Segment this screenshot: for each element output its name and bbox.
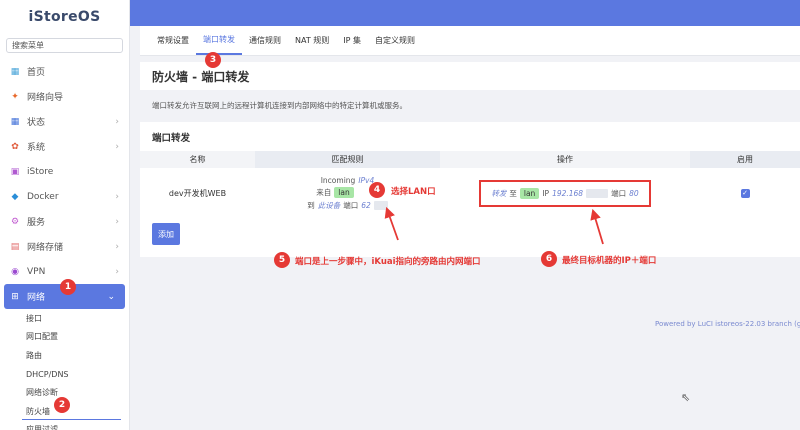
chevron-right-icon: › [115,241,119,252]
menu-label: VPN [27,266,46,277]
main-menu: ▦ 首页 ✦ 网络向导 ▦ 状态 › ✿ 系统 › ▣ iStore ◆ Docker › ⚙ 服务… [0,59,129,309]
forward-label: 转发 [491,188,507,198]
submenu-interfaces[interactable]: 接口 [0,309,129,328]
menu-item-wizard[interactable]: ✦ 网络向导 [0,84,129,109]
menu-label: 网络存储 [27,243,64,253]
note-4: 选择LAN口 [391,187,436,197]
col-match: 匹配规则 [255,151,440,168]
menu-label: 系统 [27,143,46,153]
section-title: 端口转发 [152,133,191,144]
network-icon: ⊞ [11,291,19,302]
tab-traffic-rules[interactable]: 通信规则 [242,25,288,55]
tab-nat-rules[interactable]: NAT 规则 [288,25,336,55]
menu-label: 状态 [27,118,46,128]
dest-port-value: 80 [629,188,639,198]
dest-port-label: 端口 [611,188,627,198]
table-row[interactable]: dev开发机WEB Incoming IPv4 来自 lan 到此设备 端口 62 转发… [140,168,800,218]
chevron-right-icon: › [115,116,119,127]
vpn-icon: ◉ [11,266,19,277]
action-highlight: 转发 至 lan IP 192.168 端口 80 [479,179,651,207]
badge-6: 6 [541,251,557,267]
redacted [373,200,388,210]
menu-item-service[interactable]: ⚙ 服务 › [0,209,129,234]
zone-tag: lan [334,186,354,198]
redacted [586,188,609,198]
rule-name: dev开发机WEB [168,188,227,198]
badge-1: 1 [60,279,76,295]
storage-icon: ▤ [10,241,20,252]
to-word: 至 [509,188,517,198]
chevron-right-icon: › [115,216,119,227]
menu-label: 首页 [27,68,46,78]
note-6: 最终目标机器的IP＋端口 [562,256,657,266]
menu-label: iStore [27,166,54,177]
docker-icon: ◆ [11,191,19,202]
enabled-checkbox[interactable]: ✓ [740,188,750,198]
menu-label: 服务 [27,218,46,228]
store-icon: ▣ [10,166,20,177]
badge-2: 2 [54,397,70,413]
service-icon: ⚙ [10,216,20,227]
wizard-icon: ✦ [11,91,19,102]
port-label: 端口 [343,200,359,210]
rule-enabled: ✓ [690,168,800,218]
menu-label: 网络 [27,293,46,303]
incoming-label: Incoming [320,175,356,185]
badge-3: 3 [205,52,221,68]
status-icon: ▦ [10,116,20,127]
badge-4: 4 [369,182,385,198]
ip-value: 192.168 [552,188,584,198]
add-button[interactable]: 添加 [152,223,180,245]
tab-ip-sets[interactable]: IP 集 [336,25,368,55]
search-input[interactable]: 搜索菜单 [6,38,123,53]
page-title: 防火墙 - 端口转发 [152,69,250,84]
table-header: 名称 匹配规则 操作 启用 [140,151,800,168]
badge-5: 5 [274,252,290,268]
chevron-right-icon: › [115,141,119,152]
menu-label: Docker [27,191,59,202]
logo[interactable]: iStoreOS [0,0,129,34]
submenu-dhcp-dns[interactable]: DHCP/DNS [0,365,129,384]
port-value: 62 [361,200,371,210]
page-description: 端口转发允许互联网上的远程计算机连接到内部网络中的特定计算机或服务。 [152,101,407,110]
cursor-icon: ⇖ [681,391,691,404]
chevron-right-icon: › [115,266,119,277]
top-bar [130,0,800,26]
col-name: 名称 [140,151,255,168]
sidebar: iStoreOS 搜索菜单 ▦ 首页 ✦ 网络向导 ▦ 状态 › ✿ 系统 › ▣ iStor… [0,0,130,430]
submenu-port-config[interactable]: 网口配置 [0,328,129,347]
menu-item-docker[interactable]: ◆ Docker › [0,184,129,209]
menu-item-storage[interactable]: ▤ 网络存储 › [0,234,129,259]
submenu-app-filter[interactable]: 应用过滤 [0,421,129,430]
forward-zone-tag: lan [519,187,540,199]
footer: Powered by LuCI istoreos-22.03 branch (g… [655,320,800,328]
chevron-down-icon: ⌄ [107,291,115,302]
tab-port-forward[interactable]: 端口转发 [196,25,242,55]
rule-action: 转发 至 lan IP 192.168 端口 80 [440,168,690,218]
from-label: 来自 [316,187,332,197]
device-label: 此设备 [317,200,341,210]
to-label: 到 [307,200,315,210]
col-action: 操作 [440,151,690,168]
tab-bar: 常规设置 端口转发 通信规则 NAT 规则 IP 集 自定义规则 [140,26,800,56]
menu-item-istore[interactable]: ▣ iStore [0,159,129,184]
menu-item-status[interactable]: ▦ 状态 › [0,109,129,134]
col-enabled: 启用 [690,151,800,168]
menu-label: 网络向导 [27,93,64,103]
home-icon: ▦ [10,66,20,77]
note-5: 端口是上一步骤中，iKuai指向的旁路由内网端口 [295,257,481,267]
system-icon: ✿ [11,141,19,152]
chevron-right-icon: › [115,191,119,202]
ip-label: IP [542,188,550,198]
menu-item-home[interactable]: ▦ 首页 [0,59,129,84]
tab-custom-rules[interactable]: 自定义规则 [368,25,422,55]
tab-general[interactable]: 常规设置 [150,25,196,55]
menu-item-system[interactable]: ✿ 系统 › [0,134,129,159]
submenu-routes[interactable]: 路由 [0,346,129,365]
port-forward-section: 端口转发 名称 匹配规则 操作 启用 dev开发机WEB Incoming IPv… [140,122,800,257]
page-header: 防火墙 - 端口转发 [140,62,800,90]
